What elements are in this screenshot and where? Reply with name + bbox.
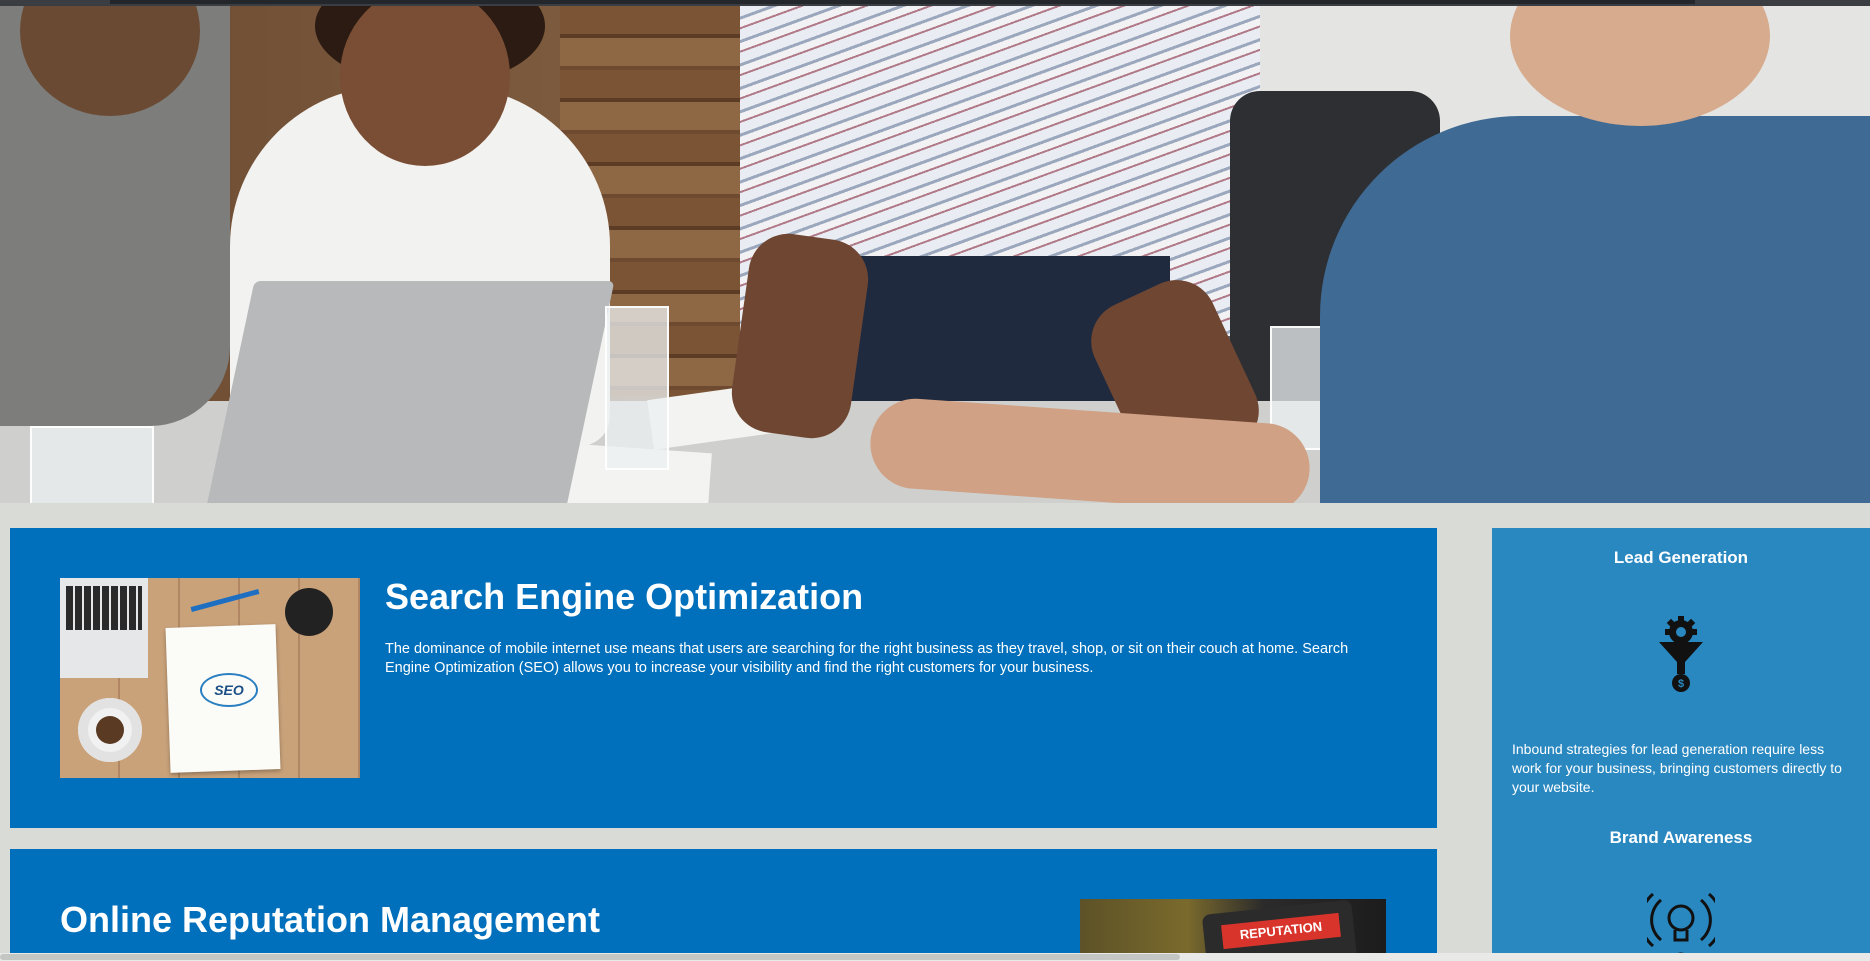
hero-laptop xyxy=(205,281,615,503)
hero-glass xyxy=(605,306,669,470)
sidebar-item-title: Brand Awareness xyxy=(1609,828,1753,847)
svg-text:$: $ xyxy=(1678,678,1684,690)
sidebar: Lead Generation $ Inbound strategies for… xyxy=(1492,528,1870,961)
brand-awareness-lightbulb-icon xyxy=(1647,892,1715,961)
sidebar-item-text: Inbound strategies for lead generation r… xyxy=(1512,741,1842,795)
lead-generation-funnel-icon: $ xyxy=(1659,616,1703,692)
thumbnail-keys xyxy=(66,586,142,630)
service-card-reputation: Online Reputation Management REPUTATION xyxy=(10,849,1437,961)
hero-person-denim-shirt xyxy=(1320,116,1870,503)
service-title: Search Engine Optimization xyxy=(385,576,864,617)
service-title: Online Reputation Management xyxy=(60,899,601,940)
thumbnail-pencil-cup xyxy=(285,588,333,636)
thumbnail-seo-label: SEO xyxy=(200,673,258,707)
thumbnail-pen xyxy=(190,589,260,612)
seo-thumbnail: SEO xyxy=(60,578,360,778)
service-card-seo: SEO Search Engine Optimization The domin… xyxy=(10,528,1437,828)
reputation-thumbnail: REPUTATION xyxy=(1080,899,1386,961)
horizontal-scrollbar[interactable] xyxy=(0,953,1870,961)
top-bar-inner xyxy=(110,0,1695,4)
hero-glass xyxy=(30,426,154,503)
hero-image xyxy=(0,6,1870,503)
service-description: The dominance of mobile internet use mea… xyxy=(385,641,1349,676)
thumbnail-coffee-cup xyxy=(78,698,142,762)
sidebar-item-title: Lead Generation xyxy=(1613,548,1749,567)
thumbnail-laptop xyxy=(60,578,148,678)
horizontal-scrollbar-thumb[interactable] xyxy=(0,954,1180,960)
